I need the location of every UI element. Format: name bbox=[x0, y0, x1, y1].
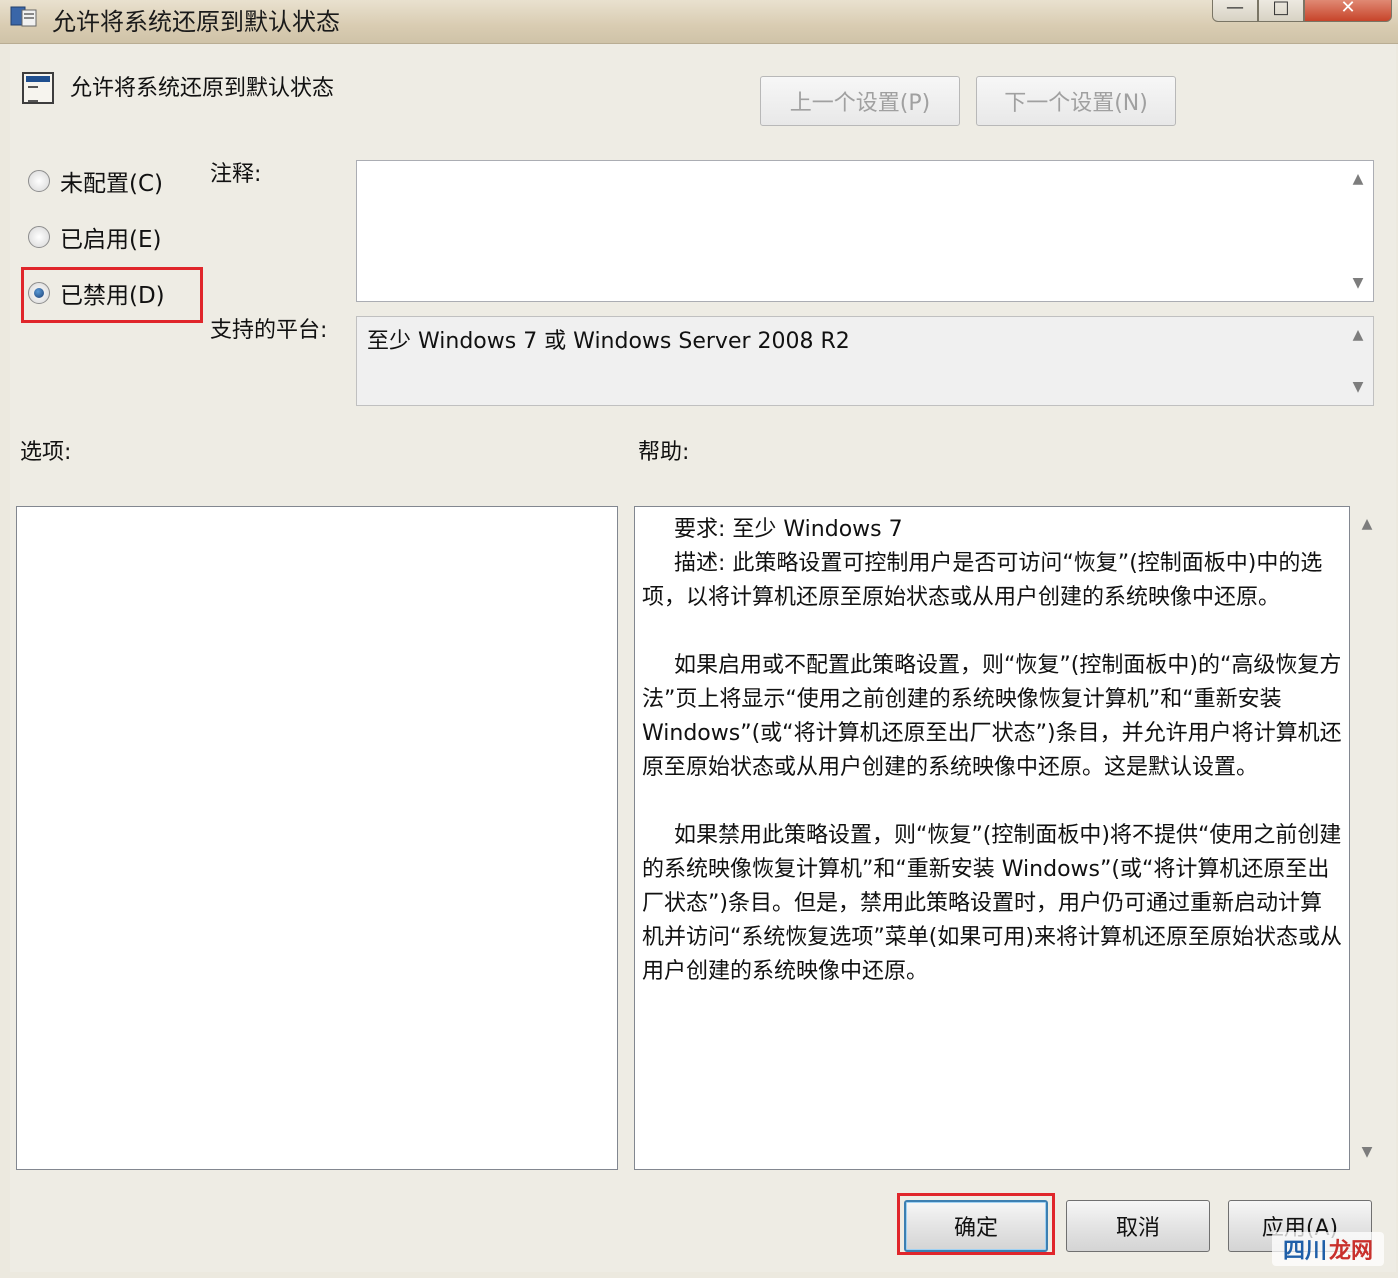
help-scrollbar[interactable]: ▲ ▼ bbox=[1352, 506, 1382, 1170]
help-enabled-paragraph: 如果启用或不配置此策略设置，则“恢复”(控制面板中)的“高级恢复方法”页上将显示… bbox=[642, 653, 1342, 780]
help-disabled-paragraph: 如果禁用此策略设置，则“恢复”(控制面板中)将不提供“使用之前创建的系统映像恢复… bbox=[642, 823, 1342, 984]
scroll-down-icon[interactable]: ▼ bbox=[1362, 1144, 1373, 1160]
radio-circle[interactable] bbox=[28, 170, 50, 192]
comment-label: 注释: bbox=[210, 162, 262, 187]
radio-label: 已启用(E) bbox=[60, 227, 162, 253]
title-bar: 允许将系统还原到默认状态 — □ ✕ bbox=[0, 0, 1398, 44]
maximize-button[interactable]: □ bbox=[1258, 0, 1304, 22]
platform-field: 至少 Windows 7 或 Windows Server 2008 R2 ▲ … bbox=[356, 316, 1374, 406]
highlight-annotation-ok bbox=[897, 1193, 1055, 1255]
policy-setting-icon bbox=[22, 72, 54, 104]
scroll-up-icon[interactable]: ▲ bbox=[1362, 516, 1373, 532]
window-title: 允许将系统还原到默认状态 bbox=[52, 8, 340, 36]
radio-label: 未配置(C) bbox=[60, 171, 164, 197]
watermark-part1: 四川 bbox=[1282, 1239, 1327, 1264]
platform-value: 至少 Windows 7 或 Windows Server 2008 R2 bbox=[367, 329, 850, 354]
radio-circle[interactable] bbox=[28, 226, 50, 248]
help-pane: 要求: 至少 Windows 7 描述: 此策略设置可控制用户是否可访问“恢复”… bbox=[634, 506, 1350, 1170]
watermark-logo: 四川 龙网 bbox=[1272, 1232, 1384, 1266]
close-button[interactable]: ✕ bbox=[1304, 0, 1392, 22]
platform-label: 支持的平台: bbox=[210, 318, 328, 343]
options-section-label: 选项: bbox=[20, 440, 72, 465]
scroll-down-icon[interactable]: ▼ bbox=[1353, 275, 1364, 291]
help-description: 描述: 此策略设置可控制用户是否可访问“恢复”(控制面板中)中的选项，以将计算机… bbox=[642, 551, 1323, 610]
radio-enabled[interactable]: 已启用(E) bbox=[28, 220, 161, 254]
comment-scrollbar[interactable]: ▲ ▼ bbox=[1343, 161, 1373, 301]
next-setting-button[interactable]: 下一个设置(N) bbox=[976, 76, 1176, 126]
minimize-button[interactable]: — bbox=[1212, 0, 1258, 22]
policy-app-icon bbox=[10, 6, 37, 27]
setting-title: 允许将系统还原到默认状态 bbox=[70, 76, 335, 101]
platform-scrollbar[interactable]: ▲ ▼ bbox=[1343, 317, 1373, 405]
highlight-annotation-disabled bbox=[21, 267, 203, 323]
watermark-part2: 龙网 bbox=[1329, 1239, 1374, 1264]
scroll-down-icon[interactable]: ▼ bbox=[1353, 379, 1364, 395]
help-text: 要求: 至少 Windows 7 描述: 此策略设置可控制用户是否可访问“恢复”… bbox=[642, 513, 1342, 1023]
help-section-label: 帮助: bbox=[638, 440, 690, 465]
comment-textarea[interactable]: ▲ ▼ bbox=[356, 160, 1374, 302]
cancel-button[interactable]: 取消 bbox=[1066, 1200, 1210, 1252]
scroll-up-icon[interactable]: ▲ bbox=[1353, 327, 1364, 343]
help-requirement: 要求: 至少 Windows 7 bbox=[674, 517, 903, 542]
scroll-up-icon[interactable]: ▲ bbox=[1353, 171, 1364, 187]
options-pane bbox=[16, 506, 618, 1170]
previous-setting-button[interactable]: 上一个设置(P) bbox=[760, 76, 960, 126]
radio-not-configured[interactable]: 未配置(C) bbox=[28, 164, 163, 198]
